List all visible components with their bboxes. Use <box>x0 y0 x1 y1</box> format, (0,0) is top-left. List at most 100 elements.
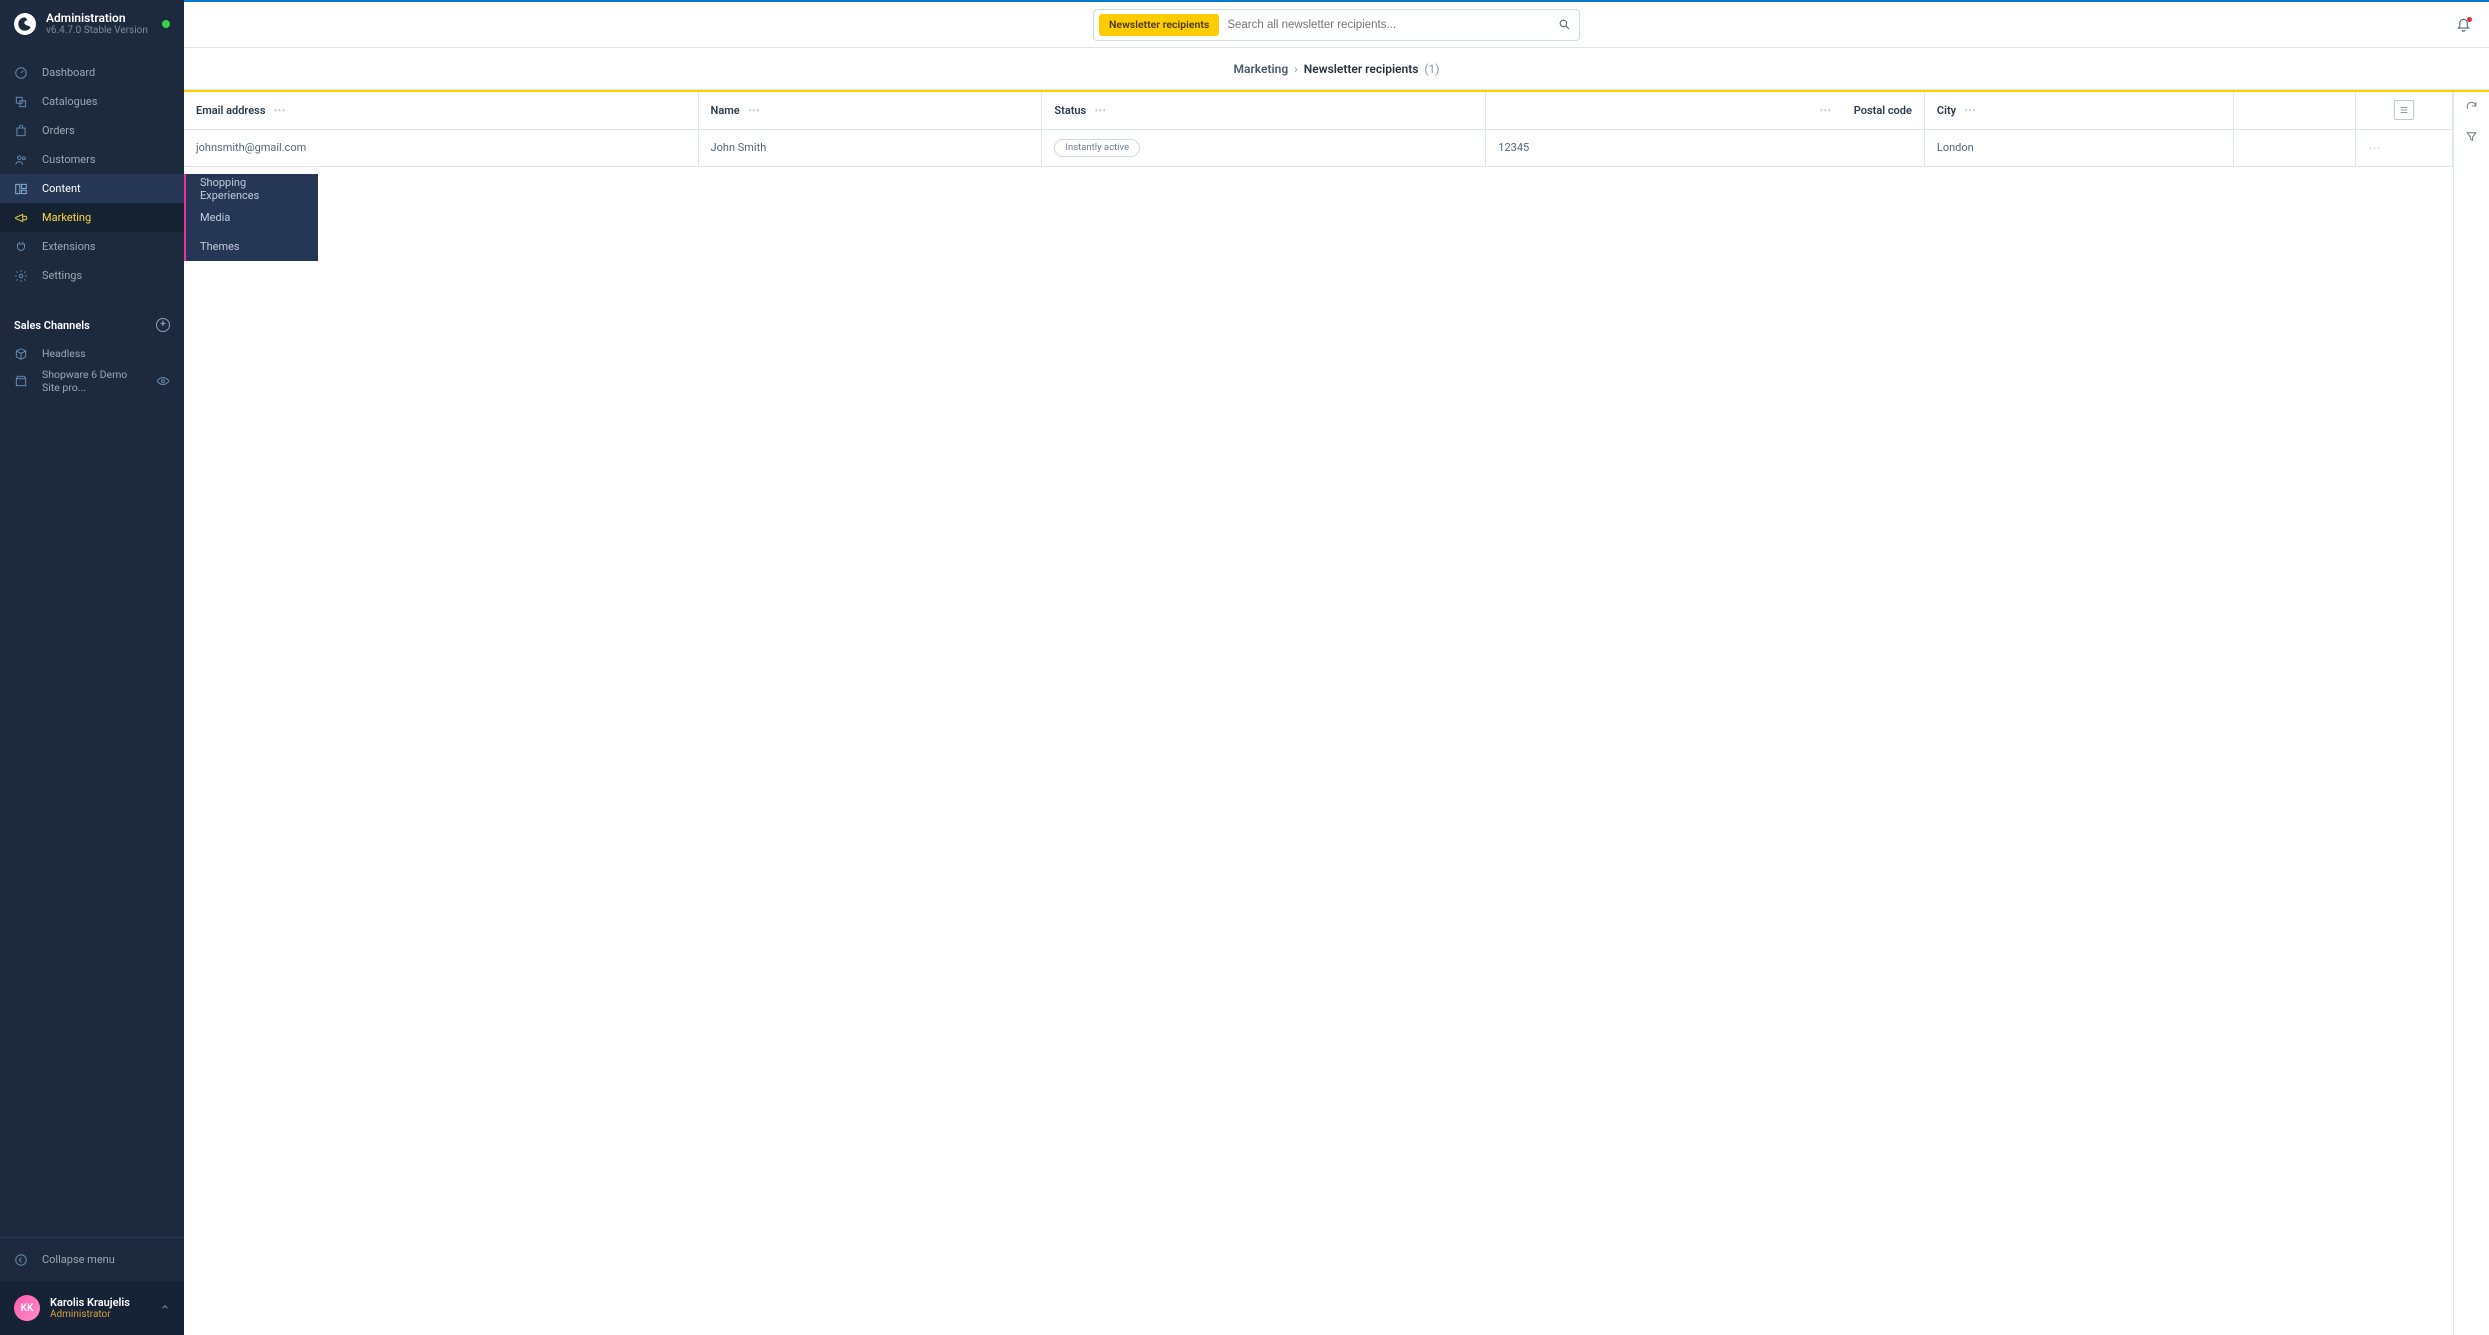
eye-icon[interactable] <box>156 374 170 388</box>
gear-icon <box>14 269 28 283</box>
gauge-icon <box>14 66 28 80</box>
cell-spare <box>2233 129 2356 166</box>
filter-button[interactable] <box>2465 130 2478 146</box>
nav-item-content[interactable]: Content <box>0 174 184 203</box>
cube-icon <box>14 347 28 361</box>
storefront-icon <box>14 374 28 388</box>
megaphone-icon <box>14 211 28 225</box>
breadcrumb-count: (1) <box>1424 62 1439 76</box>
channel-headless[interactable]: Headless <box>0 340 184 367</box>
grid-side-tools <box>2453 92 2489 1335</box>
cell-city: London <box>1924 129 2233 166</box>
layers-icon <box>14 95 28 109</box>
search-input[interactable] <box>1219 10 1549 40</box>
search-scope-tag[interactable]: Newsletter recipients <box>1099 14 1219 36</box>
col-header-spare <box>2233 92 2356 129</box>
col-header-email[interactable]: Email address ⋯ <box>184 92 698 129</box>
cell-name: John Smith <box>698 129 1042 166</box>
col-header-name[interactable]: Name ⋯ <box>698 92 1042 129</box>
collapse-icon <box>14 1253 28 1267</box>
chevron-up-icon <box>160 1301 170 1315</box>
col-header-postal[interactable]: ⋯ Postal code <box>1486 92 1925 129</box>
channel-label: Shopware 6 Demo Site pro... <box>42 368 142 394</box>
global-search[interactable]: Newsletter recipients <box>1093 9 1580 41</box>
nav-item-catalogues[interactable]: Catalogues <box>0 87 184 116</box>
column-settings-button[interactable] <box>2394 100 2414 120</box>
nav-item-extensions[interactable]: Extensions <box>0 232 184 261</box>
nav-item-dashboard[interactable]: Dashboard <box>0 58 184 87</box>
top-bar: Newsletter recipients <box>184 0 2489 48</box>
nav-label: Marketing <box>42 211 91 224</box>
col-header-city[interactable]: City ⋯ <box>1924 92 2233 129</box>
col-header-status[interactable]: Status ⋯ <box>1042 92 1486 129</box>
cell-actions: ⋯ <box>2356 129 2453 166</box>
app-version: v6.4.7.0 Stable Version <box>46 25 148 36</box>
cell-postal: 12345 <box>1486 129 1925 166</box>
nav-label: Customers <box>42 153 96 166</box>
nav-label: Settings <box>42 269 82 282</box>
sidebar-header: Administration v6.4.7.0 Stable Version <box>0 0 184 48</box>
col-label: Name <box>711 104 740 117</box>
recipients-table: Email address ⋯ Name ⋯ Status ⋯ ⋯ Postal co… <box>184 92 2453 167</box>
submenu-themes[interactable]: Themes <box>186 232 318 261</box>
app-title: Administration <box>46 12 148 25</box>
notification-dot-icon <box>2467 17 2472 22</box>
sidebar: Administration v6.4.7.0 Stable Version D… <box>0 0 184 1335</box>
nav-item-orders[interactable]: Orders <box>0 116 184 145</box>
breadcrumb-root[interactable]: Marketing <box>1234 62 1289 76</box>
nav-label: Orders <box>42 124 75 137</box>
nav-item-settings[interactable]: Settings <box>0 261 184 290</box>
nav-label: Extensions <box>42 240 96 253</box>
shopware-logo-icon <box>17 16 33 32</box>
app-logo <box>14 13 36 35</box>
table-header-row: Email address ⋯ Name ⋯ Status ⋯ ⋯ Postal co… <box>184 92 2453 129</box>
nav-label: Catalogues <box>42 95 97 108</box>
bag-icon <box>14 124 28 138</box>
breadcrumb: Marketing › Newsletter recipients (1) <box>184 48 2489 90</box>
nav-item-marketing[interactable]: Marketing <box>0 203 184 232</box>
add-channel-button[interactable]: + <box>156 318 170 332</box>
column-menu-icon[interactable]: ⋯ <box>274 103 287 117</box>
notifications-button[interactable] <box>2456 18 2471 36</box>
submenu-shopping-experiences[interactable]: Shopping Experiences <box>186 174 318 203</box>
user-menu[interactable]: KK Karolis Kraujelis Administrator <box>0 1281 184 1335</box>
nav-item-customers[interactable]: Customers <box>0 145 184 174</box>
table-row[interactable]: johnsmith@gmail.com John Smith Instantly… <box>184 129 2453 166</box>
primary-nav: Dashboard Catalogues Orders Customers Co… <box>0 48 184 290</box>
sales-channels-heading: Sales Channels + <box>0 290 184 340</box>
layout-icon <box>14 182 28 196</box>
collapse-label: Collapse menu <box>42 1253 115 1266</box>
col-label: Status <box>1054 104 1086 117</box>
channel-label: Headless <box>42 347 86 360</box>
refresh-button[interactable] <box>2465 100 2478 116</box>
submenu-media[interactable]: Media <box>186 203 318 232</box>
column-menu-icon[interactable]: ⋯ <box>1094 103 1107 117</box>
col-label: Postal code <box>1854 104 1912 117</box>
col-header-actions <box>2356 92 2453 129</box>
nav-label: Content <box>42 182 81 195</box>
collapse-menu-button[interactable]: Collapse menu <box>0 1237 184 1281</box>
users-icon <box>14 153 28 167</box>
cell-email: johnsmith@gmail.com <box>184 129 698 166</box>
column-menu-icon[interactable]: ⋯ <box>1964 103 1977 117</box>
column-menu-icon[interactable]: ⋯ <box>748 103 761 117</box>
channel-demo-site[interactable]: Shopware 6 Demo Site pro... <box>0 367 184 394</box>
main-content: Newsletter recipients Marketing › Newsle… <box>184 0 2489 1335</box>
status-dot-icon <box>162 20 170 28</box>
col-label: Email address <box>196 104 266 117</box>
plug-icon <box>14 240 28 254</box>
cell-status: Instantly active <box>1042 129 1486 166</box>
nav-label: Dashboard <box>42 66 95 79</box>
status-badge: Instantly active <box>1054 139 1140 157</box>
user-name: Karolis Kraujelis <box>50 1296 130 1309</box>
user-role: Administrator <box>50 1309 130 1320</box>
col-label: City <box>1937 104 1956 117</box>
row-actions-button[interactable]: ⋯ <box>2368 141 2381 155</box>
breadcrumb-page: Newsletter recipients <box>1304 62 1419 76</box>
section-title: Sales Channels <box>14 319 90 332</box>
chevron-right-icon: › <box>1294 62 1298 76</box>
content-submenu: Shopping Experiences Media Themes <box>184 174 318 261</box>
avatar: KK <box>14 1295 40 1321</box>
column-menu-icon[interactable]: ⋯ <box>1819 103 1832 117</box>
search-button[interactable] <box>1549 18 1579 31</box>
